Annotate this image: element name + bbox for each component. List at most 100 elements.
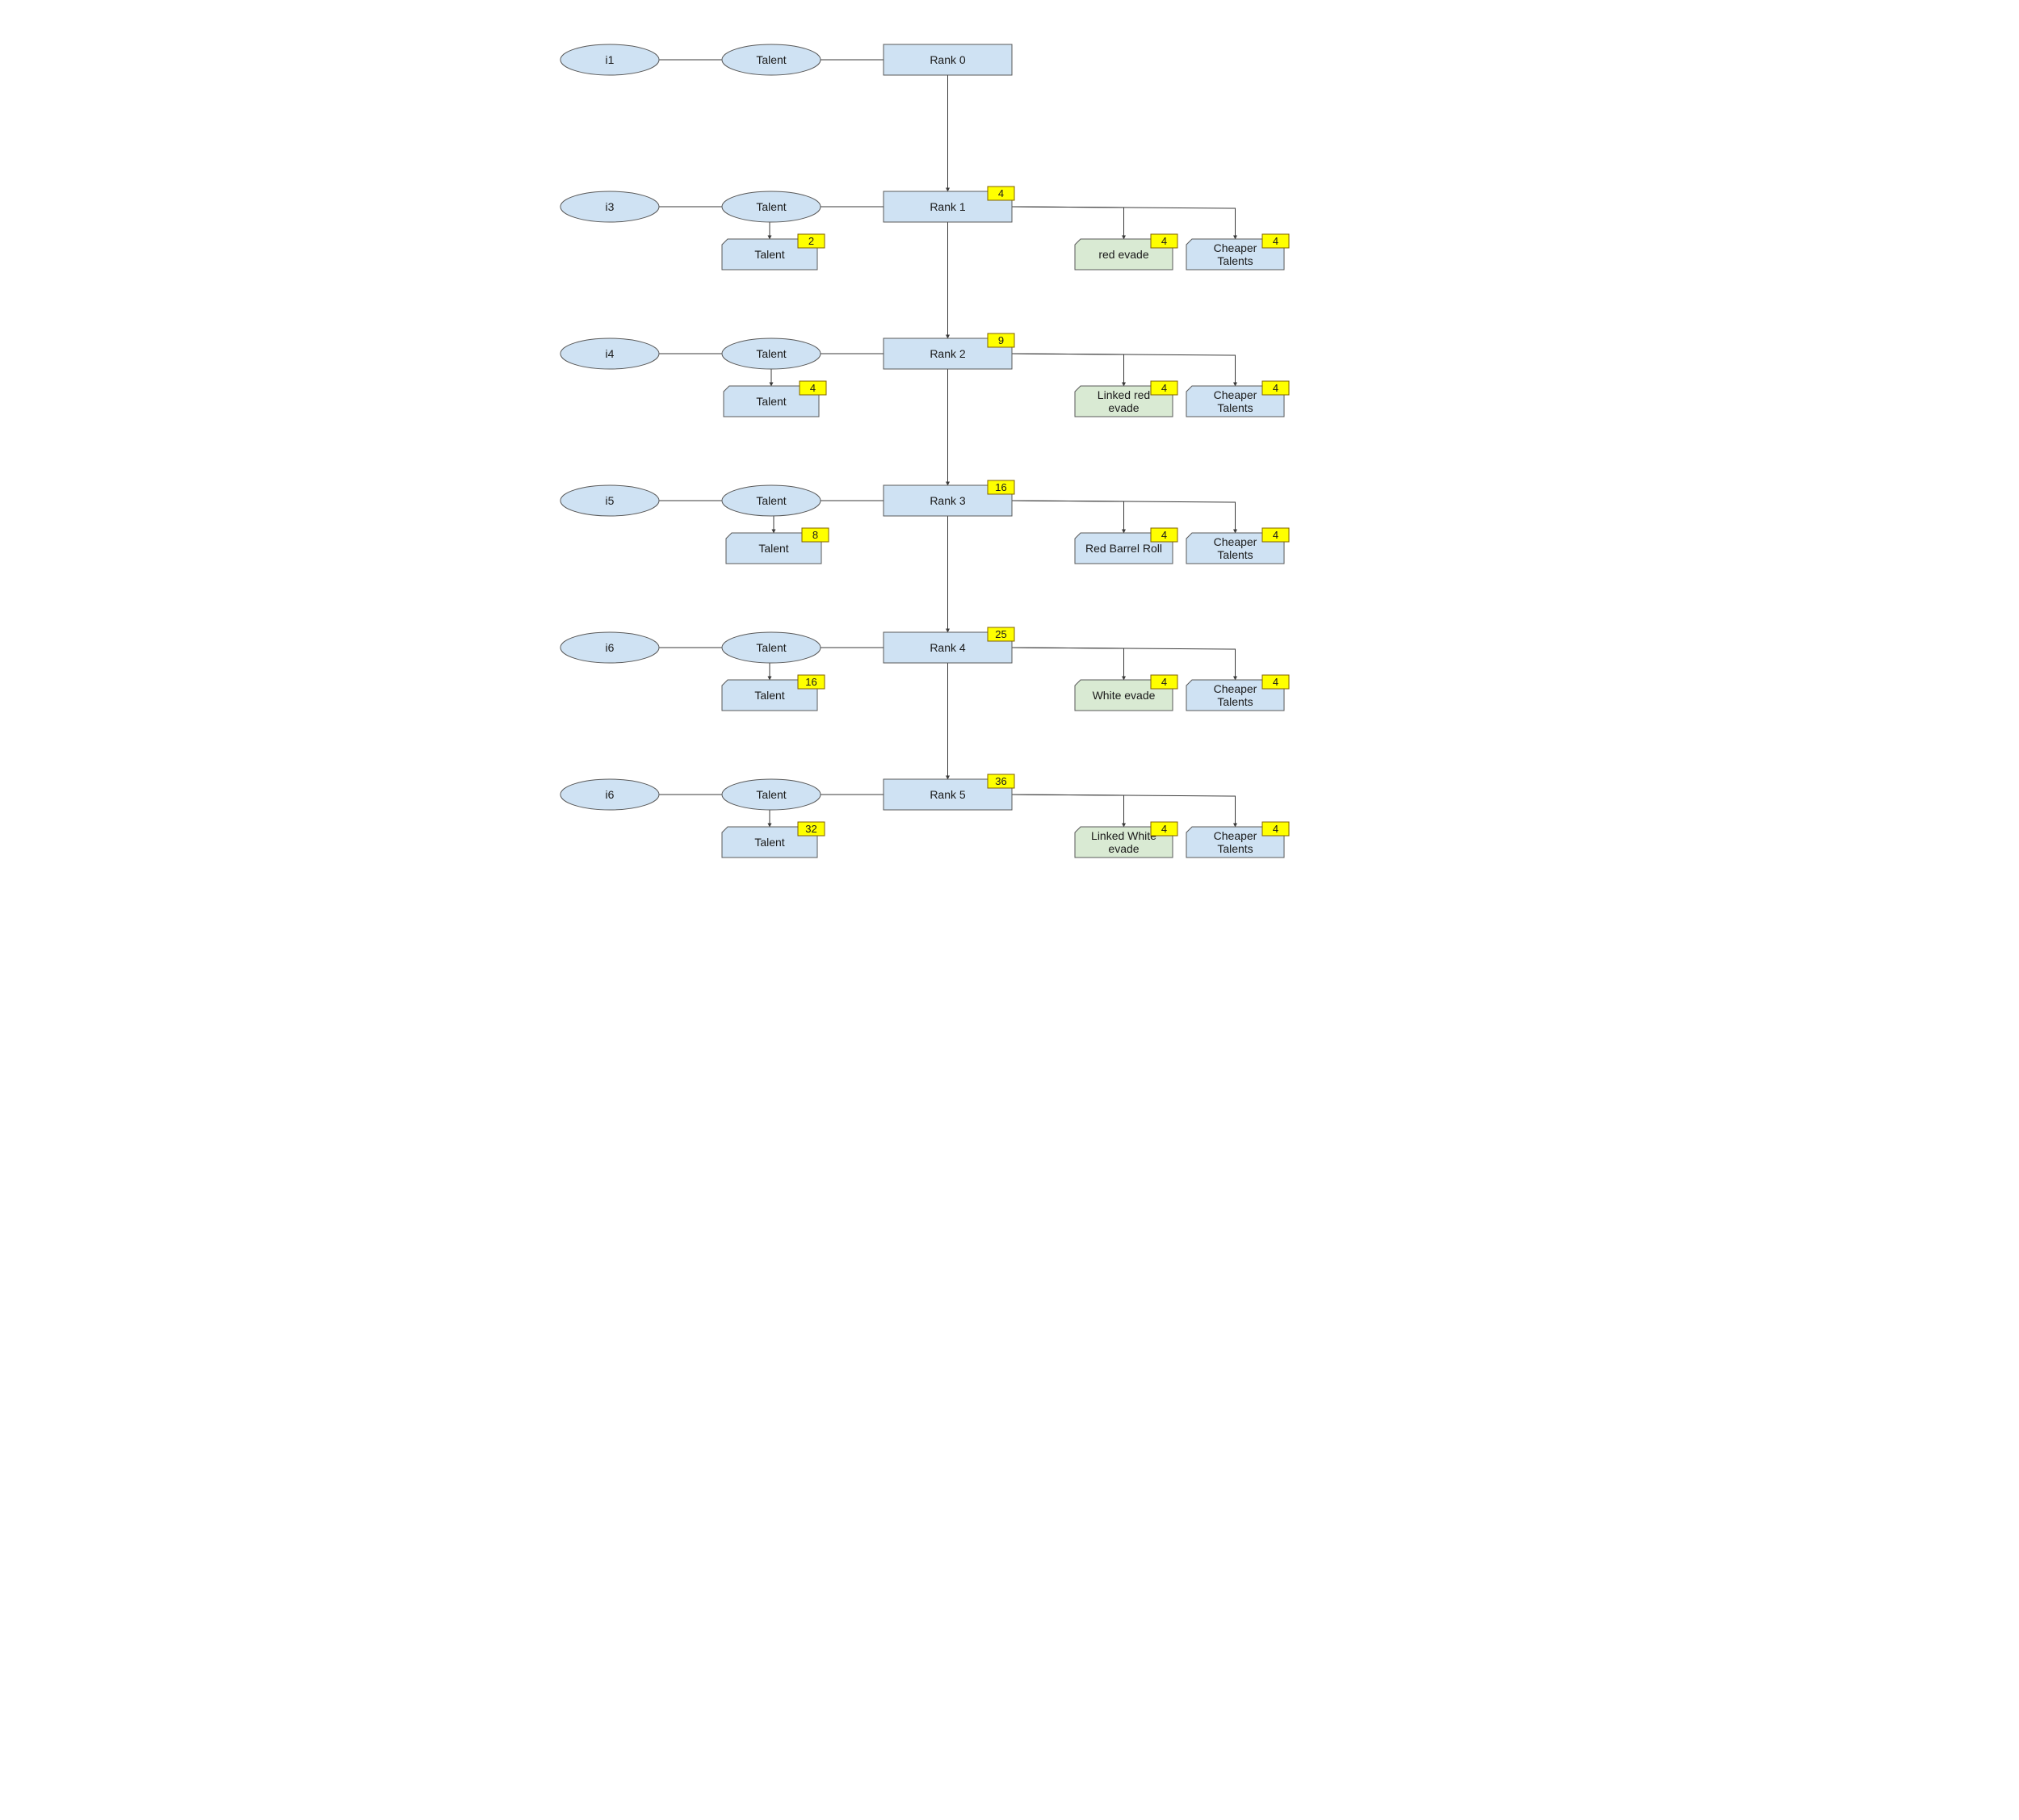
rank-label: Rank 2 [930,347,966,360]
cost-badge: 4 [1150,674,1178,690]
cost-badge: 4 [799,380,827,396]
cost-badge-value: 4 [1161,529,1167,541]
rank-label: Rank 1 [930,200,966,213]
item-label: i3 [606,200,615,213]
talent-card: Talent 2 [721,233,825,270]
talent-card: Talent 8 [725,527,829,564]
reward-card-label: Talents [1217,401,1253,414]
cost-badge: 4 [1261,233,1290,249]
connector-layer [659,59,1237,828]
talent-label: Talent [756,788,786,801]
ability-reward-card: red evade 4 [1074,233,1178,270]
item-label: i1 [606,53,615,66]
reward-card-label: Cheaper [1214,829,1257,842]
reward-card-label: Cheaper [1214,241,1257,254]
reward-card-label: Cheaper [1214,535,1257,548]
talent-card-label: Talent [754,248,784,261]
ability-reward-card: Linked redevade 4 [1074,380,1178,417]
reward-card: CheaperTalents 4 [1186,821,1290,858]
item-label: i6 [606,788,615,801]
cost-badge-value: 4 [1273,235,1278,247]
talent-label: Talent [756,347,786,360]
cost-badge-value: 4 [1161,382,1167,394]
talent-card-label: Talent [756,395,786,408]
talent-label: Talent [756,200,786,213]
rank-label: Rank 0 [930,53,966,66]
item-label: i6 [606,641,615,654]
reward-card-label: White evade [1093,689,1156,702]
cost-badge: 32 [797,821,825,837]
talent-label: Talent [756,494,786,507]
reward-card-label: Talents [1217,695,1253,708]
ability-reward-card: White evade 4 [1074,674,1178,711]
reward-card-label: evade [1108,401,1139,414]
reward-card-label: Linked White [1091,829,1156,842]
ability-reward-card: Linked Whiteevade 4 [1074,821,1178,858]
cost-badge-value: 25 [995,628,1006,640]
talent-card-label: Talent [754,689,784,702]
reward-arrow [1011,794,1126,828]
cost-badge: 4 [1150,233,1178,249]
cost-badge: 4 [1150,527,1178,543]
cost-badge: 25 [987,627,1015,642]
reward-arrow [1011,206,1126,240]
cost-badge: 4 [1261,821,1290,837]
talent-label: Talent [756,53,786,66]
reward-card-label: Linked red [1098,388,1150,401]
rank-row-r1: i3 Talent Rank 14Talent2red evade4CheaperT… [560,186,1290,270]
rank-row-r5: i6 Talent Rank 5 36 Talent 32 Linked Whiteevad… [560,774,1290,858]
reward-card-label: Talents [1217,548,1253,561]
cost-badge-value: 16 [805,676,816,688]
cost-badge-value: 2 [808,235,814,247]
cost-badge: 4 [1150,380,1178,396]
cost-badge-value: 8 [812,529,818,541]
reward-card-label: evade [1108,842,1139,855]
rank-row-r4: i6 Talent Rank 425Talent16White evade4Chea… [560,627,1290,711]
cost-badge-value: 4 [1161,823,1167,835]
cost-badge-value: 4 [1273,676,1278,688]
node-layer: i1 Talent Rank 0 i3 Talent Rank 1 4 Talent 2 red … [560,44,1290,858]
cost-badge: 4 [1261,380,1290,396]
reward-card: CheaperTalents 4 [1186,527,1290,564]
item-label: i4 [606,347,615,360]
reward-card: CheaperTalents 4 [1186,233,1290,270]
cost-badge-value: 16 [995,481,1006,493]
cost-badge: 4 [987,186,1015,201]
reward-card: CheaperTalents 4 [1186,380,1290,417]
reward-card-label: Red Barrel Roll [1085,542,1162,555]
cost-badge: 9 [987,333,1015,348]
reward-card-label: Talents [1217,842,1253,855]
cost-badge-value: 4 [1273,382,1278,394]
reward-card-label: Cheaper [1214,682,1257,695]
cost-badge-value: 4 [1273,823,1278,835]
cost-badge: 8 [801,527,829,543]
cost-badge: 16 [987,480,1015,495]
cost-badge-value: 36 [995,775,1006,787]
rank-row-r0: i1 Talent Rank 0 [560,44,1013,76]
cost-badge: 16 [797,674,825,690]
reward-card-label: Cheaper [1214,388,1257,401]
reward-card-label: red evade [1098,248,1148,261]
rank-row-r3: i5 Talent Rank 316Talent8Red Barrel Roll4C… [560,480,1290,564]
reward-arrow [1011,647,1126,681]
rank-label: Rank 4 [930,641,966,654]
reward-card-label: Talents [1217,254,1253,267]
rank-label: Rank 5 [930,788,966,801]
cost-badge-value: 4 [810,382,816,394]
cost-badge-value: 4 [1273,529,1278,541]
reward-card: Red Barrel Roll4 [1074,527,1178,564]
reward-card: CheaperTalents 4 [1186,674,1290,711]
cost-badge: 4 [1150,821,1178,837]
talent-card-label: Talent [754,836,784,849]
reward-arrow [1011,353,1126,387]
cost-badge: 4 [1261,674,1290,690]
talent-card: Talent 16 [721,674,825,711]
talent-card-label: Talent [758,542,788,555]
cost-badge: 36 [987,774,1015,789]
rank-label: Rank 3 [930,494,966,507]
cost-badge-value: 4 [1161,676,1167,688]
cost-badge: 4 [1261,527,1290,543]
talent-card: Talent 32 [721,821,825,858]
talent-card: Talent 4 [723,380,827,417]
item-label: i5 [606,494,615,507]
